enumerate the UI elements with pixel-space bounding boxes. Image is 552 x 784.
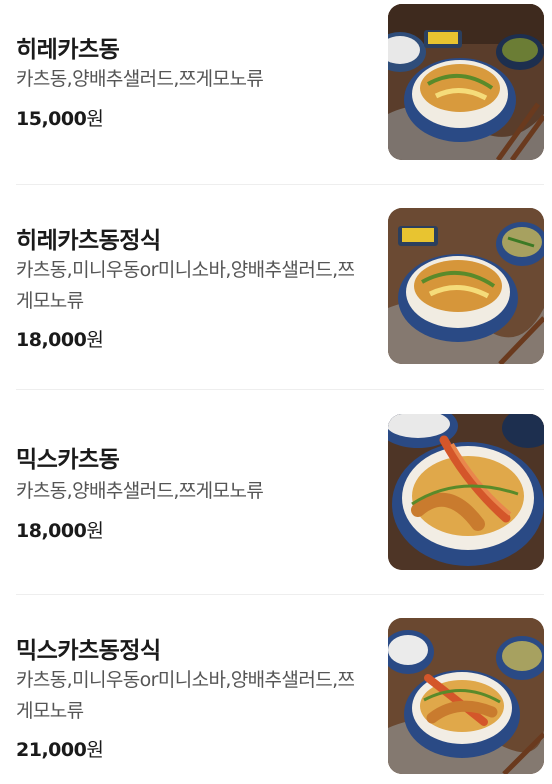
price-unit: 원 [86,520,104,542]
menu-item[interactable]: 히레카츠동정식 카츠동,미니우동or미니소바,양배추샐러드,쯔게모노류 18,0… [0,185,552,389]
katsudon-set-photo-icon[interactable] [388,208,544,364]
menu-item-description: 카츠동,미니우동or미니소바,양배추샐러드,쯔게모노류 [16,669,355,722]
price-unit: 원 [86,739,104,761]
mix-katsudon-set-photo-icon[interactable] [388,618,544,774]
price-number: 15,000 [16,108,87,130]
menu-item-price: 15,000원 [16,104,104,131]
menu-item[interactable]: 히레카츠동 카츠동,양배추샐러드,쯔게모노류 15,000원 [0,0,552,184]
menu-item-price: 21,000원 [16,735,104,762]
menu-item-description: 카츠동,양배추샐러드,쯔게모노류 [16,480,264,502]
price-number: 18,000 [16,329,87,351]
price-unit: 원 [86,108,104,130]
menu-item[interactable]: 믹스카츠동정식 카츠동,미니우동or미니소바,양배추샐러드,쯔게모노류 21,0… [0,595,552,784]
menu-item-name: 믹스카츠동정식 [16,638,161,664]
menu-item[interactable]: 믹스카츠동 카츠동,양배추샐러드,쯔게모노류 18,000원 [0,390,552,594]
menu-list: 히레카츠동 카츠동,양배추샐러드,쯔게모노류 15,000원 히레카츠동정식 카… [0,0,552,784]
menu-item-description: 카츠동,미니우동or미니소바,양배추샐러드,쯔게모노류 [16,259,355,312]
menu-item-price: 18,000원 [16,325,104,352]
menu-item-description: 카츠동,양배추샐러드,쯔게모노류 [16,68,264,90]
katsudon-photo-icon[interactable] [388,4,544,160]
price-number: 21,000 [16,739,87,761]
price-number: 18,000 [16,520,87,542]
menu-item-name: 히레카츠동정식 [16,228,161,254]
menu-item-price: 18,000원 [16,516,104,543]
price-unit: 원 [86,329,104,351]
menu-item-name: 히레카츠동 [16,37,120,63]
menu-item-name: 믹스카츠동 [16,447,120,473]
mix-katsudon-photo-icon[interactable] [388,414,544,570]
